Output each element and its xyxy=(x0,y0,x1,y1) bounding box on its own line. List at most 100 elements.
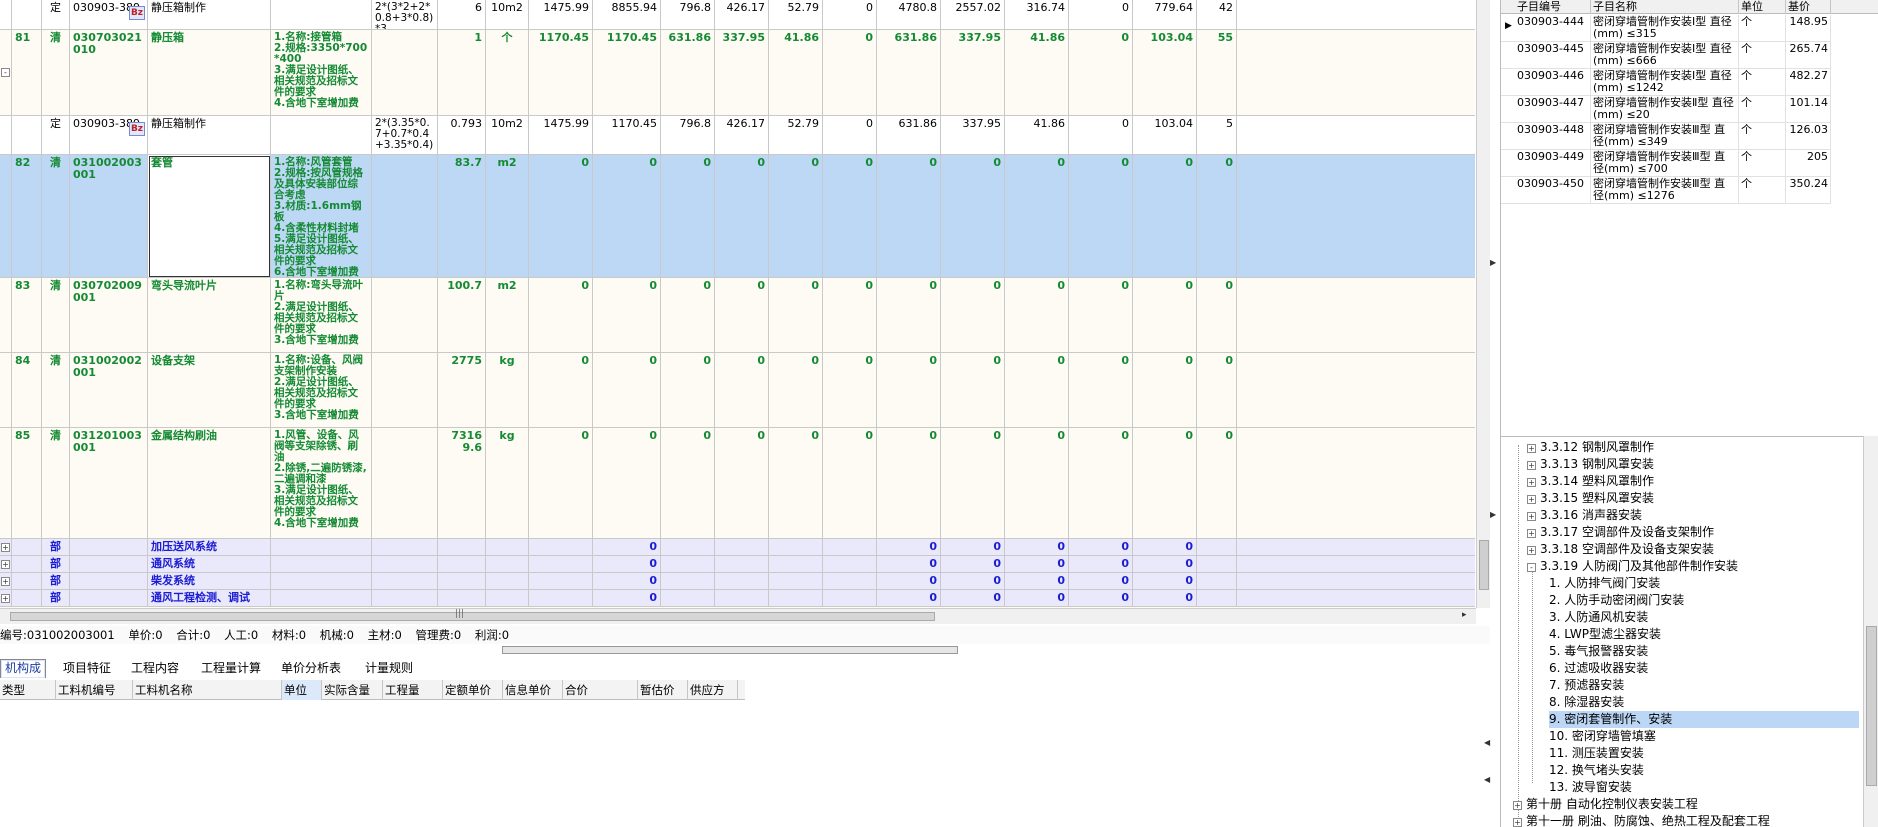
item-code[interactable]: 031002002001 xyxy=(70,353,148,428)
amount-cell[interactable]: 0 xyxy=(823,155,877,278)
collapse-icon[interactable]: - xyxy=(1527,563,1536,572)
tree-leaf-node[interactable]: 3. 人防通风机安装 xyxy=(1549,609,1648,626)
amount-cell[interactable]: 0 xyxy=(529,428,593,539)
expand-icon[interactable]: + xyxy=(1527,495,1536,504)
tree-section-node[interactable]: +3.3.12 钢制风罩制作 xyxy=(1527,439,1654,456)
row-type[interactable]: 部 xyxy=(42,573,70,590)
amount-cell[interactable] xyxy=(715,573,769,590)
amount-cell[interactable] xyxy=(661,573,715,590)
tree-section-node[interactable]: +3.3.14 塑料风罩制作 xyxy=(1527,473,1654,490)
amount-cell[interactable]: 4780.8 xyxy=(877,0,941,30)
amount-cell[interactable]: 0 xyxy=(823,0,877,30)
unit[interactable]: m2 xyxy=(486,155,529,278)
quota-row[interactable]: 030903-449 密闭穿墙管制作安装Ⅲ型 直径(mm) ≤700 个 205 xyxy=(1501,150,1831,177)
amount-cell[interactable]: 337.95 xyxy=(941,116,1005,155)
amount-cell[interactable]: 0 xyxy=(593,155,661,278)
quantity-expression[interactable] xyxy=(372,30,438,116)
tab-item-features[interactable]: 项目特征 xyxy=(58,659,116,678)
tree-leaf-node[interactable]: 8. 除湿器安装 xyxy=(1549,694,1624,711)
expand-icon[interactable]: + xyxy=(1,560,10,569)
amount-cell[interactable]: 0 xyxy=(769,278,823,353)
tree-leaf-node[interactable]: 11. 测压装置安装 xyxy=(1549,745,1644,762)
amount-cell[interactable]: 103.04 xyxy=(1133,116,1197,155)
column-header[interactable]: 单位 xyxy=(282,680,322,700)
amount-cell[interactable]: 0 xyxy=(529,278,593,353)
amount-cell[interactable]: 0 xyxy=(1069,155,1133,278)
quota-column-header[interactable]: 子目编号 xyxy=(1515,0,1591,14)
amount-cell[interactable] xyxy=(1197,556,1237,573)
item-name[interactable]: 金属结构刷油 xyxy=(148,428,271,539)
amount-cell[interactable]: 0 xyxy=(1197,428,1237,539)
expand-icon[interactable]: + xyxy=(1,577,10,586)
amount-cell[interactable]: 0 xyxy=(1069,116,1133,155)
amount-cell[interactable]: 103.04 xyxy=(1133,30,1197,116)
amount-cell[interactable]: 0 xyxy=(593,590,661,607)
amount-cell[interactable] xyxy=(1197,539,1237,556)
row-type[interactable]: 清 xyxy=(42,155,70,278)
quota-row[interactable]: 030903-448 密闭穿墙管制作安装Ⅲ型 直径(mm) ≤349 个 126.03 xyxy=(1501,123,1831,150)
item-name[interactable]: 套管 xyxy=(148,155,271,278)
tree-leaf-node[interactable]: 1. 人防排气阀门安装 xyxy=(1549,575,1660,592)
tree-leaf-node[interactable]: 13. 波导窗安装 xyxy=(1549,779,1632,796)
tree-leaf-node[interactable]: 7. 预滤器安装 xyxy=(1549,677,1624,694)
amount-cell[interactable]: 0 xyxy=(1005,428,1069,539)
row-gutter[interactable]: + xyxy=(0,556,12,573)
collapse-left-icon[interactable]: ◀ xyxy=(1484,775,1492,789)
unit[interactable]: 10m2 xyxy=(486,116,529,155)
row-gutter[interactable] xyxy=(0,155,12,278)
row-type[interactable]: 清 xyxy=(42,278,70,353)
item-features[interactable] xyxy=(271,590,372,607)
item-code[interactable]: 031002003001 xyxy=(70,155,148,278)
column-header[interactable]: 供应方 xyxy=(688,680,738,700)
amount-cell[interactable]: 796.8 xyxy=(661,116,715,155)
quantity-expression[interactable]: 2*(3*2+2*0.8+3*0.8)*3 xyxy=(372,0,438,30)
amount-cell[interactable]: 0 xyxy=(823,353,877,428)
tree-leaf-node[interactable]: 6. 过滤吸收器安装 xyxy=(1549,660,1648,677)
amount-cell[interactable]: 631.86 xyxy=(877,116,941,155)
amount-cell[interactable] xyxy=(715,556,769,573)
amount-cell[interactable]: 0 xyxy=(1133,590,1197,607)
item-code[interactable] xyxy=(70,573,148,590)
tree-leaf-node[interactable]: 4. LWP型滤尘器安装 xyxy=(1549,626,1661,643)
amount-cell[interactable]: 337.95 xyxy=(941,30,1005,116)
tree-section-node[interactable]: +3.3.13 钢制风罩安装 xyxy=(1527,456,1654,473)
unit[interactable] xyxy=(486,556,529,573)
item-code[interactable]: 030703021010 xyxy=(70,30,148,116)
expand-icon[interactable]: + xyxy=(1,594,10,603)
amount-cell[interactable]: 41.86 xyxy=(1005,116,1069,155)
bill-item-row[interactable]: -81 清 030703021010 静压箱 1.名称:接管箱 2.规格:3350*70… xyxy=(0,30,1475,116)
amount-cell[interactable]: 0 xyxy=(593,353,661,428)
expand-icon[interactable]: + xyxy=(1527,444,1536,453)
unit[interactable]: 个 xyxy=(486,30,529,116)
bill-item-row[interactable]: 85 清 031201003001 金属结构刷油 1.风管、设备、风阀等支架除锈、刷油 … xyxy=(0,428,1475,539)
quantity[interactable] xyxy=(438,573,486,590)
row-type[interactable]: 定 xyxy=(42,0,70,30)
item-name[interactable]: 设备支架 xyxy=(148,353,271,428)
amount-cell[interactable]: 0 xyxy=(661,278,715,353)
row-gutter[interactable]: - xyxy=(0,30,12,116)
amount-cell[interactable]: 0 xyxy=(661,155,715,278)
grid-horizontal-scrollbar[interactable]: ||| ▸ xyxy=(0,608,1476,624)
amount-cell[interactable]: 0 xyxy=(593,428,661,539)
amount-cell[interactable]: 0 xyxy=(1069,539,1133,556)
row-type[interactable]: 部 xyxy=(42,556,70,573)
tree-section-node[interactable]: +3.3.16 消声器安装 xyxy=(1527,507,1642,524)
amount-cell[interactable]: 0 xyxy=(593,556,661,573)
amount-cell[interactable] xyxy=(823,573,877,590)
column-header[interactable]: 合价 xyxy=(563,680,638,700)
amount-cell[interactable]: 0 xyxy=(941,353,1005,428)
unit[interactable]: kg xyxy=(486,428,529,539)
amount-cell[interactable]: 0 xyxy=(941,155,1005,278)
item-name[interactable]: 通风工程检测、调试 xyxy=(148,590,271,607)
amount-cell[interactable]: 0 xyxy=(529,353,593,428)
row-type[interactable]: 清 xyxy=(42,30,70,116)
amount-cell[interactable]: 0 xyxy=(661,353,715,428)
tree-leaf-node[interactable]: 9. 密闭套管制作、安装 xyxy=(1549,711,1859,728)
column-header[interactable]: 工料机编号 xyxy=(56,680,133,700)
amount-cell[interactable]: 52.79 xyxy=(769,116,823,155)
amount-cell[interactable]: 0 xyxy=(823,30,877,116)
item-features[interactable] xyxy=(271,573,372,590)
unit[interactable] xyxy=(486,539,529,556)
quantity-expression[interactable] xyxy=(372,539,438,556)
item-features[interactable]: 1.名称:风管套管 2.规格:按风管规格及具体安装部位综合考虑 3.材质:1.6… xyxy=(271,155,372,278)
